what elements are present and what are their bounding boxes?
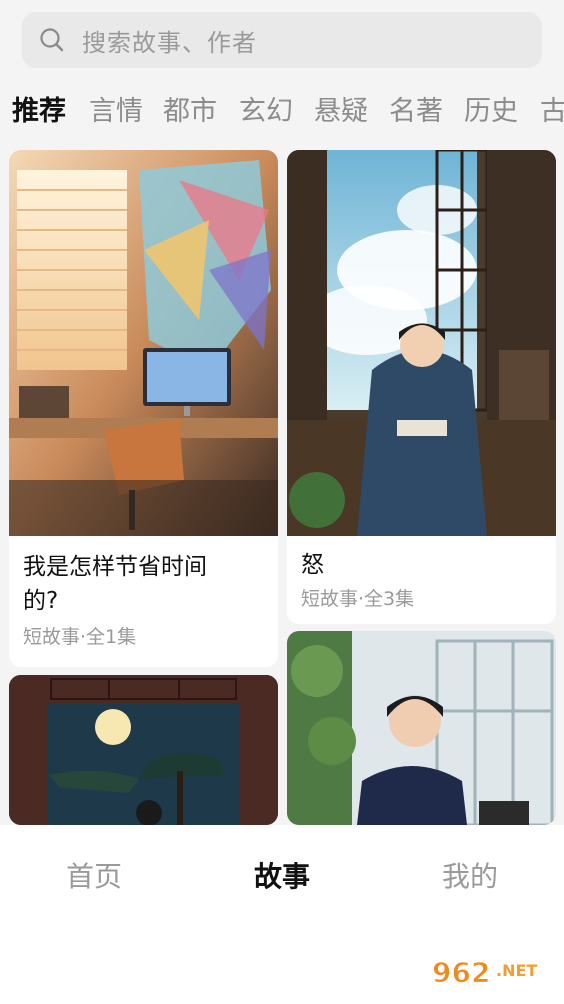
tab-recommend[interactable]: 推荐 [12, 88, 66, 136]
tab-ancient[interactable]: 古 [540, 88, 564, 136]
search-icon [38, 26, 66, 54]
tab-classics[interactable]: 名著 [389, 88, 443, 136]
watermark-logo: 962 .NET 乐游网 [432, 956, 538, 999]
tab-fantasy[interactable]: 玄幻 [239, 88, 293, 136]
nav-home[interactable]: 首页 [66, 855, 122, 895]
svg-text:962: 962 [432, 956, 490, 989]
card-title: 的? [23, 588, 59, 614]
nav-mine[interactable]: 我的 [442, 855, 498, 895]
story-card[interactable] [9, 675, 278, 825]
moonlit-scholar-illustration [9, 675, 278, 825]
man-by-window-illustration [287, 631, 556, 825]
card-title: 我是怎样节省时间 [23, 554, 207, 580]
svg-text:.NET: .NET [496, 961, 537, 980]
story-card[interactable] [287, 631, 556, 825]
story-card[interactable]: 我是怎样节省时间 的? 短故事·全1集 [9, 150, 278, 667]
tab-history[interactable]: 历史 [464, 88, 518, 136]
card-meta: 短故事·全3集 [301, 588, 415, 610]
tab-urban[interactable]: 都市 [163, 88, 217, 136]
card-title: 怒 [301, 552, 324, 578]
search-input[interactable]: 搜索故事、作者 [82, 23, 257, 58]
tab-mystery[interactable]: 悬疑 [314, 88, 368, 136]
office-desk-illustration [9, 150, 278, 536]
search-bar[interactable]: 搜索故事、作者 [22, 12, 542, 68]
tab-romance[interactable]: 言情 [89, 88, 143, 136]
nav-stories[interactable]: 故事 [254, 855, 310, 895]
category-tabs: 推荐 言情 都市 玄幻 悬疑 名著 历史 古 [0, 88, 564, 138]
svg-text:乐游网: 乐游网 [498, 983, 537, 998]
story-card[interactable]: 怒 短故事·全3集 [287, 150, 556, 624]
scholar-in-study-illustration [287, 150, 556, 536]
card-meta: 短故事·全1集 [23, 626, 137, 648]
